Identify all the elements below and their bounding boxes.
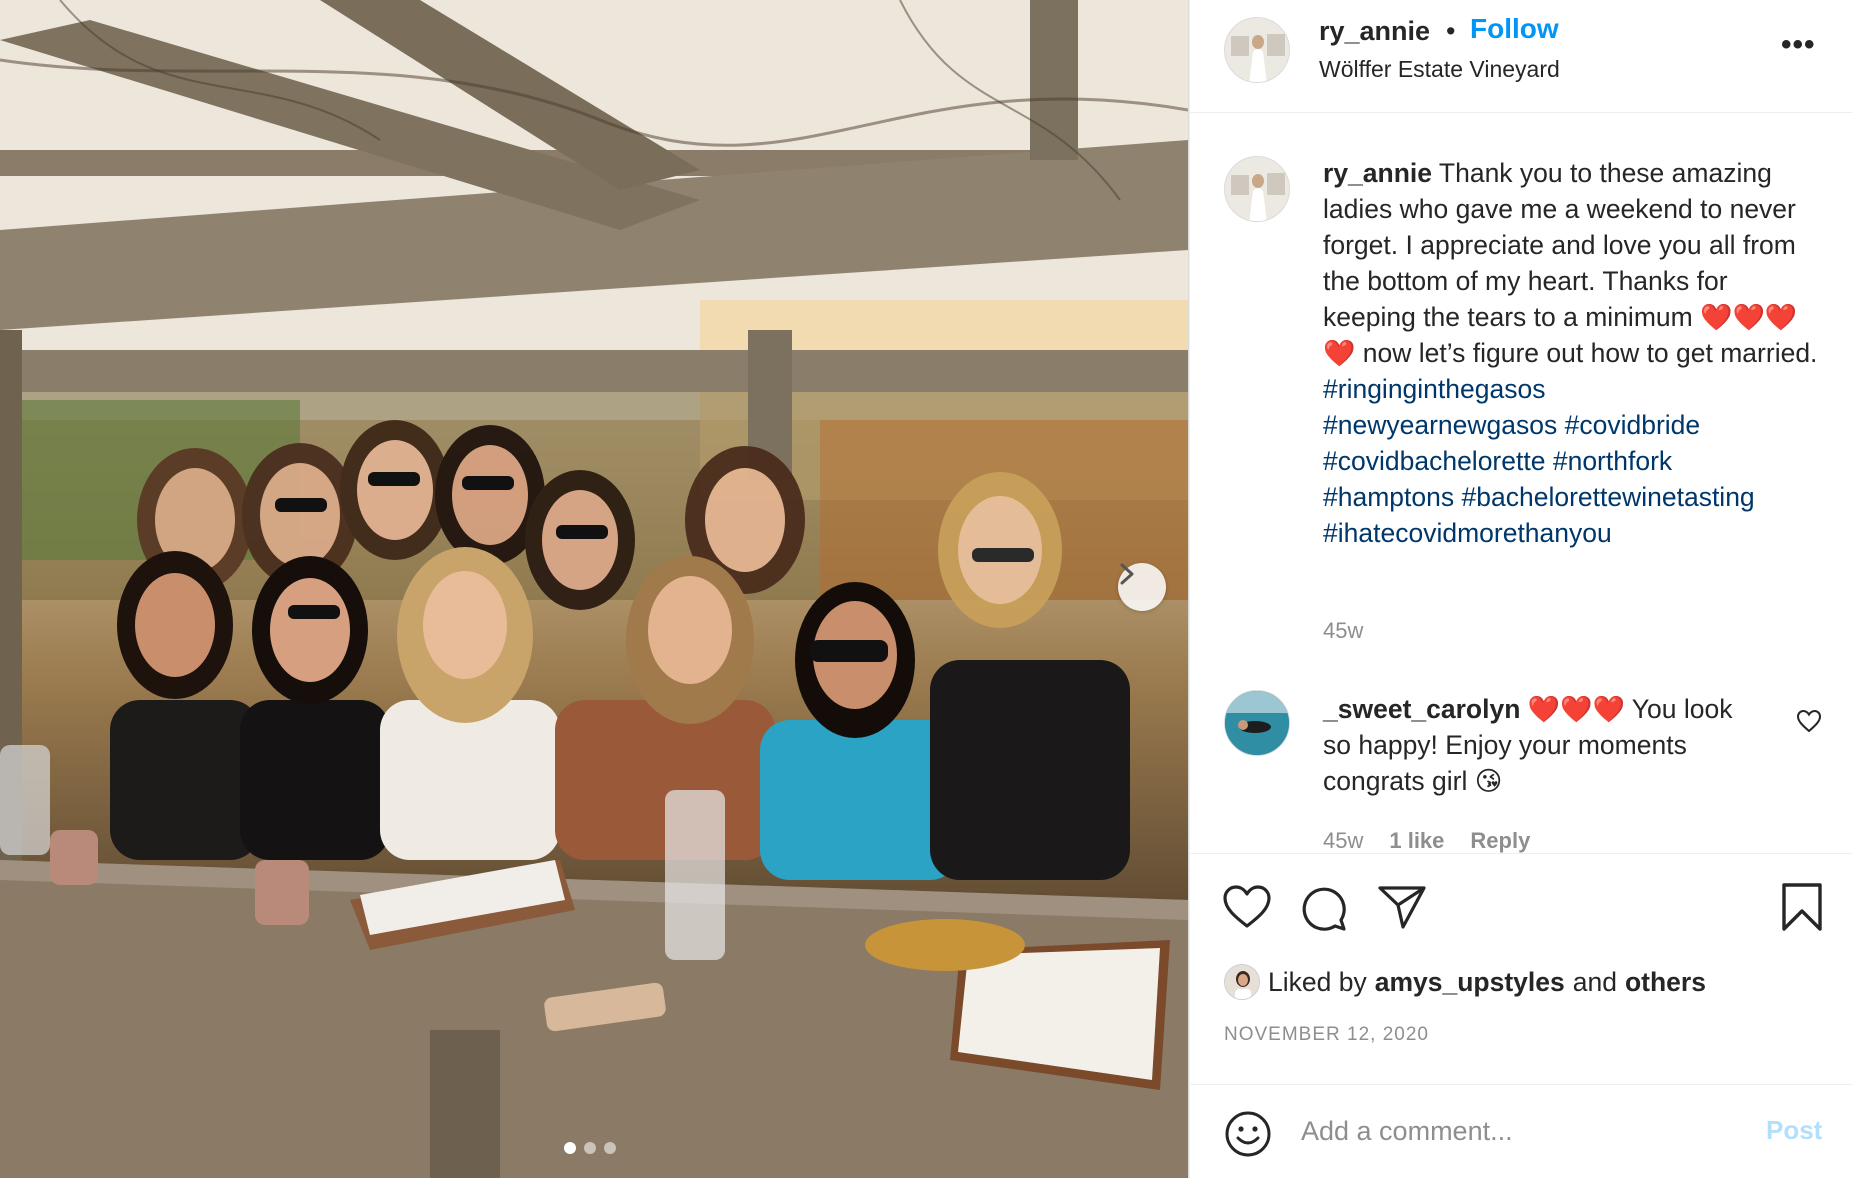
- share-paper-plane-icon[interactable]: [1377, 884, 1427, 930]
- caption-username[interactable]: ry_annie: [1323, 158, 1432, 188]
- photo-illustration: [0, 0, 1188, 1178]
- author-avatar[interactable]: [1224, 17, 1290, 83]
- save-bookmark-icon[interactable]: [1781, 882, 1823, 932]
- liked-by-avatar[interactable]: [1224, 964, 1260, 1000]
- hashtag-link[interactable]: #ihatecovidmorethanyou: [1323, 518, 1612, 548]
- carousel-dot: [564, 1142, 576, 1154]
- post-date[interactable]: NOVEMBER 12, 2020: [1224, 1024, 1429, 1046]
- comment-emoji: 😘: [1474, 766, 1503, 796]
- author-username[interactable]: ry_annie: [1319, 16, 1430, 47]
- caption-author-avatar[interactable]: [1224, 156, 1290, 222]
- carousel-dot: [604, 1142, 616, 1154]
- caption-text: now let’s figure out how to get married.: [1362, 338, 1818, 368]
- hashtag-link[interactable]: #ringinginthegasos: [1323, 374, 1545, 404]
- comment-body: _sweet_carolyn ❤️❤️❤️ You look so happy!…: [1323, 691, 1753, 799]
- header-separator: •: [1446, 16, 1456, 46]
- hashtag-link[interactable]: #bachelorettewinetasting: [1462, 482, 1755, 512]
- liked-by-and: and: [1572, 966, 1617, 997]
- post-header: ry_annie • Follow Wölffer Estate Vineyar…: [1190, 0, 1852, 113]
- hashtag-link[interactable]: #covidbachelorette: [1323, 446, 1545, 476]
- comment-likes-count[interactable]: 1 like: [1389, 828, 1444, 853]
- hashtag-link[interactable]: #newyearnewgasos: [1323, 410, 1557, 440]
- follow-button[interactable]: Follow: [1470, 13, 1559, 45]
- add-comment-input[interactable]: [1301, 1107, 1731, 1155]
- carousel-next-button[interactable]: [1118, 563, 1166, 611]
- post-caption: ry_annie Thank you to these amazing ladi…: [1323, 155, 1823, 551]
- commenter-avatar[interactable]: [1224, 690, 1290, 756]
- post-photo[interactable]: [0, 0, 1188, 1178]
- caption-timestamp[interactable]: 45w: [1323, 618, 1363, 644]
- add-comment-bar: Post: [1190, 1084, 1852, 1178]
- liked-by-others[interactable]: others: [1625, 967, 1706, 998]
- comment-username[interactable]: _sweet_carolyn: [1323, 694, 1520, 724]
- like-heart-icon[interactable]: [1222, 884, 1272, 930]
- emoji-smiley-icon[interactable]: [1224, 1110, 1272, 1158]
- comment-meta: 45w 1 like Reply: [1323, 828, 1530, 853]
- hashtag-link[interactable]: #northfork: [1553, 446, 1672, 476]
- more-options-icon[interactable]: •••: [1781, 28, 1816, 62]
- carousel-dot: [584, 1142, 596, 1154]
- hashtag-link[interactable]: #covidbride: [1565, 410, 1701, 440]
- comments-section: ry_annie Thank you to these amazing ladi…: [1190, 113, 1852, 853]
- post-side-panel: ry_annie • Follow Wölffer Estate Vineyar…: [1189, 0, 1852, 1178]
- avatar-image: [1225, 18, 1289, 82]
- liked-by-user[interactable]: amys_upstyles: [1375, 967, 1565, 998]
- comment-bubble-icon[interactable]: [1300, 884, 1348, 932]
- post-location[interactable]: Wölffer Estate Vineyard: [1319, 56, 1560, 83]
- comment-reply-button[interactable]: Reply: [1470, 828, 1530, 853]
- post-actions: Liked by amys_upstyles and others NOVEMB…: [1190, 853, 1852, 1178]
- carousel-indicator: [564, 1142, 616, 1154]
- comment-timestamp[interactable]: 45w: [1323, 828, 1363, 853]
- post-comment-button[interactable]: Post: [1766, 1115, 1822, 1146]
- avatar-image: [1225, 691, 1289, 755]
- comment-like-heart-icon[interactable]: [1796, 709, 1822, 733]
- chevron-right-icon: [1120, 563, 1134, 585]
- comment-hearts: ❤️❤️❤️: [1527, 694, 1625, 724]
- avatar-image: [1225, 157, 1289, 221]
- liked-by-prefix: Liked by: [1268, 966, 1367, 997]
- hashtag-link[interactable]: #hamptons: [1323, 482, 1454, 512]
- avatar-image: [1225, 965, 1259, 999]
- liked-by: Liked by amys_upstyles and others: [1224, 964, 1706, 1000]
